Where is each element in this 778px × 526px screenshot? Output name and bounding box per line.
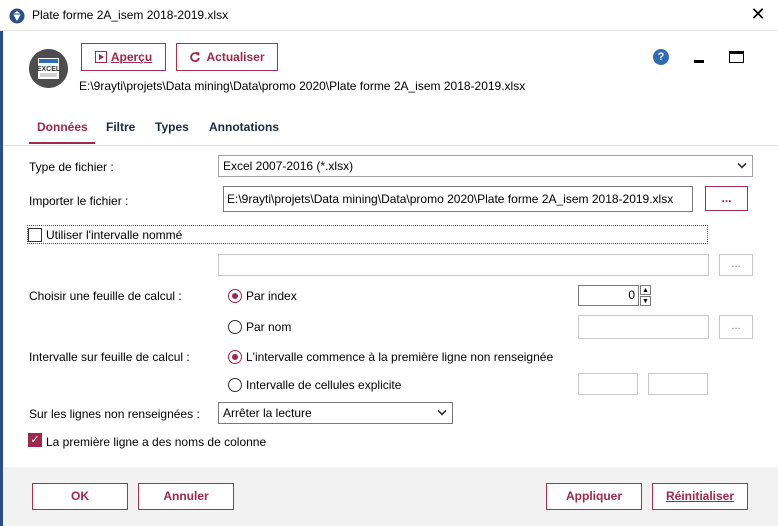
file-type-label: Type de fichier :: [29, 160, 114, 174]
named-range-browse-button[interactable]: ...: [719, 254, 753, 276]
tab-donnees[interactable]: Données: [37, 120, 88, 134]
named-range-label[interactable]: Utiliser l'intervalle nommé: [46, 228, 182, 242]
range-label: Intervalle sur feuille de calcul :: [29, 350, 190, 364]
import-file-input[interactable]: E:\9rayti\projets\Data mining\Data\promo…: [223, 186, 693, 212]
by-index-radio[interactable]: [228, 289, 242, 303]
first-row-label[interactable]: L'intervalle commence à la première lign…: [246, 350, 553, 364]
first-row-radio[interactable]: [228, 350, 242, 364]
sheet-name-browse-button[interactable]: ...: [719, 315, 753, 339]
reset-button[interactable]: Réinitialiser: [652, 483, 748, 510]
empty-rows-value: Arrêter la lecture: [223, 406, 312, 420]
by-name-label[interactable]: Par nom: [246, 320, 291, 334]
actualiser-label: Actualiser: [206, 50, 265, 64]
explicit-range-label[interactable]: Intervalle de cellules explicite: [246, 378, 401, 392]
by-name-radio[interactable]: [228, 320, 242, 334]
spin-up-icon[interactable]: ▲: [640, 285, 651, 295]
help-icon[interactable]: ?: [653, 49, 669, 65]
named-range-checkbox[interactable]: [28, 228, 42, 242]
header-row-label[interactable]: La première ligne a des noms de colonne: [46, 435, 266, 449]
explicit-range-start-input[interactable]: [578, 373, 638, 395]
play-icon: [94, 51, 107, 63]
chevron-down-icon: [437, 406, 447, 416]
actualiser-button[interactable]: Actualiser: [176, 43, 278, 71]
tab-annotations[interactable]: Annotations: [209, 120, 279, 134]
minimize-icon[interactable]: [694, 60, 704, 63]
import-browse-button[interactable]: ...: [705, 186, 748, 211]
apercu-label: Aperçu: [110, 50, 153, 64]
active-tab-indicator: [29, 142, 95, 144]
left-accent-strip: [0, 31, 3, 526]
apply-button[interactable]: Appliquer: [546, 483, 642, 510]
excel-logo-icon: EXCEL: [29, 49, 68, 88]
maximize-icon[interactable]: [729, 51, 744, 63]
refresh-icon: [190, 52, 201, 62]
chevron-down-icon: [737, 159, 747, 169]
apercu-button[interactable]: Aperçu: [81, 43, 166, 71]
explicit-range-end-input[interactable]: [648, 373, 708, 395]
sheet-name-input[interactable]: [578, 315, 709, 339]
cancel-button[interactable]: Annuler: [138, 483, 234, 510]
spin-down-icon[interactable]: ▼: [640, 296, 651, 306]
reset-label: Réinitialiser: [665, 489, 735, 503]
empty-rows-label: Sur les lignes non renseignées :: [29, 407, 200, 421]
excel-logo-text: EXCEL: [37, 66, 61, 73]
import-file-label: Importer le fichier :: [29, 194, 129, 208]
header-row-checkbox[interactable]: ✓: [28, 433, 42, 447]
empty-rows-select[interactable]: Arrêter la lecture: [218, 402, 453, 424]
close-icon[interactable]: ✕: [745, 4, 771, 26]
file-type-value: Excel 2007-2016 (*.xlsx): [223, 159, 354, 173]
window-title: Plate forme 2A_isem 2018-2019.xlsx: [32, 8, 229, 22]
file-type-select[interactable]: Excel 2007-2016 (*.xlsx): [218, 155, 753, 177]
file-path-display: E:\9rayti\projets\Data mining\Data\promo…: [79, 79, 526, 93]
tab-filtre[interactable]: Filtre: [106, 120, 135, 134]
tab-types[interactable]: Types: [155, 120, 189, 134]
sheet-choice-label: Choisir une feuille de calcul :: [29, 289, 182, 303]
ok-button[interactable]: OK: [32, 483, 128, 510]
sheet-index-input[interactable]: 0: [578, 285, 639, 306]
named-range-input[interactable]: [218, 254, 709, 276]
by-index-label[interactable]: Par index: [246, 289, 297, 303]
app-icon: [9, 8, 25, 24]
explicit-range-radio[interactable]: [228, 378, 242, 392]
